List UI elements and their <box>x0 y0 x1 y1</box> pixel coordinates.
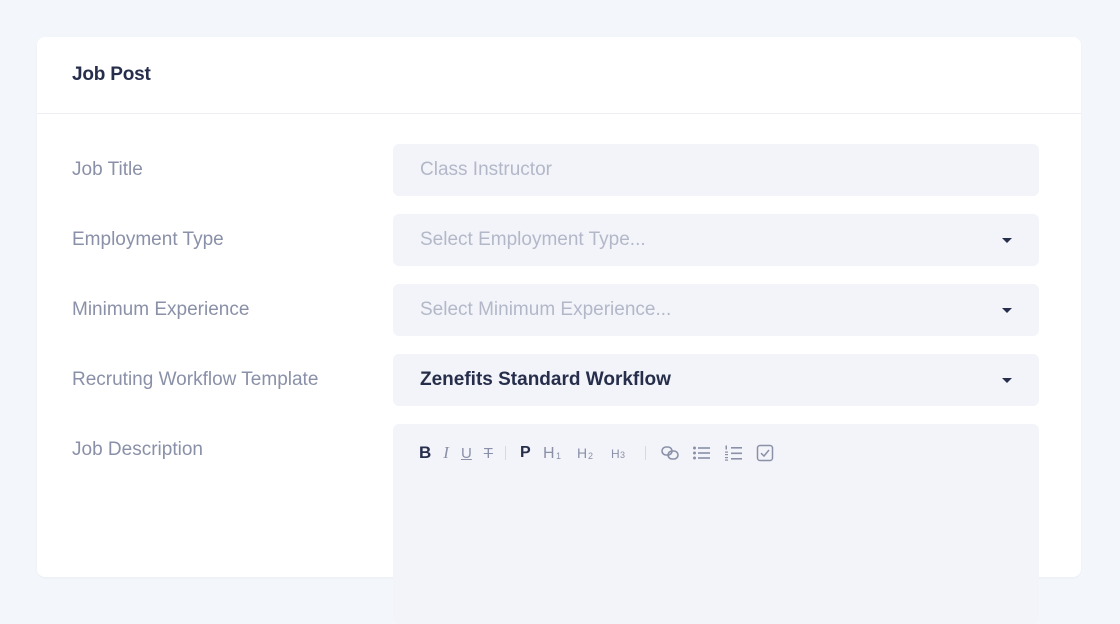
minimum-experience-select[interactable]: Select Minimum Experience... <box>393 284 1039 336</box>
job-description-label: Job Description <box>72 439 203 460</box>
italic-button[interactable]: I <box>443 442 449 464</box>
strikethrough-button[interactable]: T <box>484 442 493 464</box>
workflow-template-select[interactable]: Zenefits Standard Workflow <box>393 354 1039 406</box>
underline-button[interactable]: U <box>461 442 472 464</box>
employment-type-select[interactable]: Select Employment Type... <box>393 214 1039 266</box>
checklist-button[interactable] <box>756 442 774 464</box>
card-header: Job Post <box>37 37 1081 114</box>
job-title-input[interactable]: Class Instructor <box>393 144 1039 196</box>
workflow-template-value: Zenefits Standard Workflow <box>420 369 671 390</box>
minimum-experience-label: Minimum Experience <box>72 299 250 320</box>
job-description-editor[interactable]: B I U T P H 1 H 2 H 3 <box>393 424 1039 624</box>
bullet-list-button[interactable] <box>692 442 712 464</box>
employment-type-label: Employment Type <box>72 229 224 250</box>
chevron-down-icon <box>1002 378 1012 383</box>
job-post-card: Job Post Job Title Class Instructor Empl… <box>37 37 1081 624</box>
heading-3-button[interactable]: H 3 <box>611 442 633 464</box>
svg-text:H: H <box>577 445 587 461</box>
bold-button[interactable]: B <box>419 442 431 464</box>
svg-text:1: 1 <box>556 451 561 461</box>
workflow-template-label: Recruting Workflow Template <box>72 369 319 390</box>
numbered-list-button[interactable] <box>724 442 744 464</box>
svg-text:H: H <box>611 447 620 461</box>
job-title-placeholder: Class Instructor <box>420 159 552 180</box>
paragraph-button[interactable]: P <box>520 442 531 464</box>
chevron-down-icon <box>1002 308 1012 313</box>
heading-2-button[interactable]: H 2 <box>577 442 599 464</box>
heading-1-icon: H 1 <box>543 445 561 461</box>
minimum-experience-placeholder: Select Minimum Experience... <box>420 299 672 320</box>
employment-type-placeholder: Select Employment Type... <box>420 229 646 250</box>
svg-text:2: 2 <box>588 451 593 461</box>
toolbar-divider <box>644 446 646 460</box>
chevron-down-icon <box>1002 238 1012 243</box>
numbered-list-icon <box>724 445 742 461</box>
link-button[interactable] <box>660 442 680 464</box>
svg-text:3: 3 <box>620 450 625 460</box>
checkbox-list-icon <box>756 444 773 462</box>
heading-3-icon: H 3 <box>611 447 625 461</box>
heading-2-icon: H 2 <box>577 445 593 461</box>
svg-text:H: H <box>543 445 555 461</box>
toolbar-divider <box>504 446 506 460</box>
heading-1-button[interactable]: H 1 <box>543 442 565 464</box>
editor-toolbar: B I U T P H 1 H 2 H 3 <box>419 442 786 464</box>
link-icon <box>660 446 679 460</box>
card-title: Job Post <box>72 64 151 85</box>
bullet-list-icon <box>692 446 710 460</box>
job-title-label: Job Title <box>72 159 143 180</box>
